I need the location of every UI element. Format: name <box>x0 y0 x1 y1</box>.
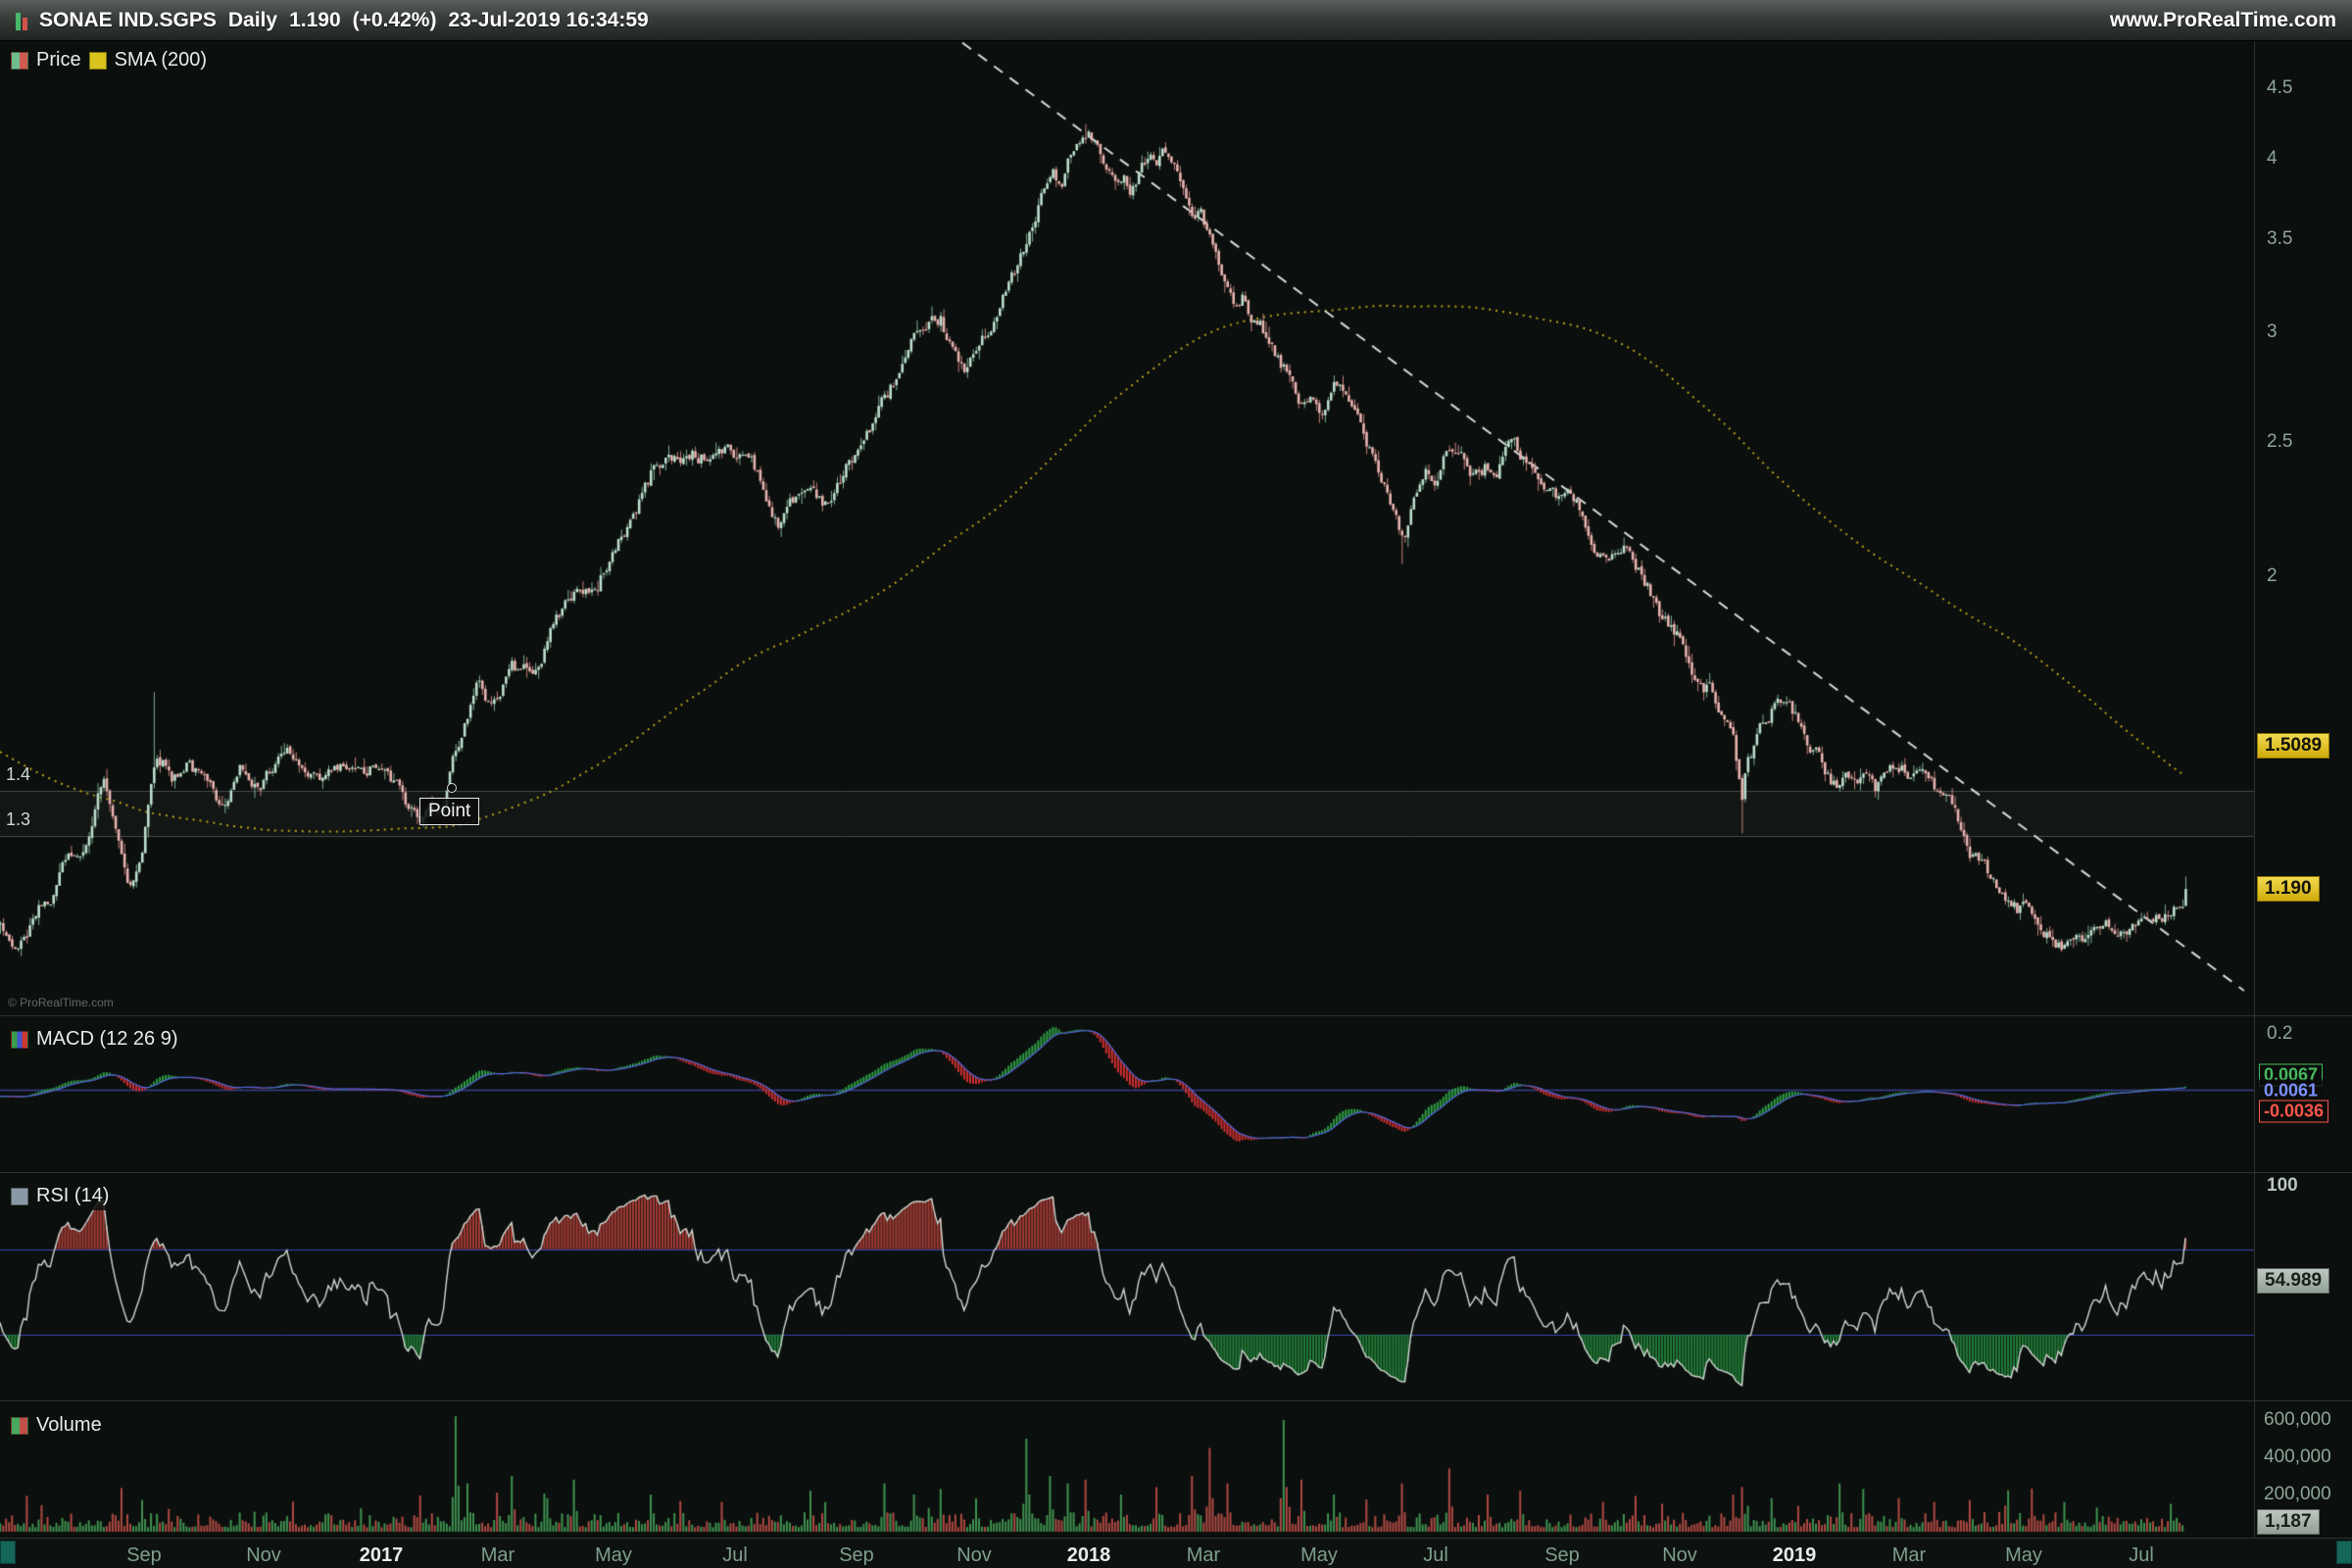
instrument-name: SONAE IND.SGPS <box>39 9 217 32</box>
point-annotation-label[interactable]: Point <box>419 798 479 825</box>
rsi-chart-canvas[interactable] <box>0 1173 2254 1398</box>
website-link: www.ProRealTime.com <box>2110 9 2336 32</box>
volume-value-badge: 1,187 <box>2257 1509 2320 1535</box>
change-percent: (+0.42%) <box>353 9 437 32</box>
time-axis-label-Sep: Sep <box>1544 1544 1580 1567</box>
rsi-color-icon <box>11 1188 28 1205</box>
price-axis-tick: 2 <box>2267 565 2278 587</box>
time-axis-label-Nov: Nov <box>956 1544 992 1567</box>
time-axis-label-May: May <box>2005 1544 2042 1567</box>
time-axis-label-Sep: Sep <box>839 1544 874 1567</box>
title-bar: SONAE IND.SGPS Daily 1.190 (+0.42%) 23-J… <box>0 0 2352 41</box>
price-axis-tick: 3.5 <box>2267 228 2292 250</box>
rsi-axis-tick: 100 <box>2267 1175 2298 1197</box>
time-axis-label-May: May <box>595 1544 632 1567</box>
macd-axis-tick: 0.2 <box>2267 1023 2292 1045</box>
proealtime-window: SONAE IND.SGPS Daily 1.190 (+0.42%) 23-J… <box>0 0 2352 1568</box>
axis-border <box>2254 41 2255 1539</box>
time-axis-label-May: May <box>1300 1544 1338 1567</box>
price-axis-tick: 4.5 <box>2267 77 2292 99</box>
sma-color-icon <box>89 52 107 70</box>
macd-legend[interactable]: MACD (12 26 9) <box>6 1025 188 1054</box>
time-axis-label-Jul: Jul <box>2129 1544 2154 1567</box>
rsi-legend-label: RSI (14) <box>36 1185 109 1207</box>
price-axis-tick: 2.5 <box>2267 431 2292 453</box>
volume-legend-label: Volume <box>36 1414 102 1437</box>
time-axis-label-Jul: Jul <box>722 1544 748 1567</box>
time-axis-label-Sep: Sep <box>126 1544 162 1567</box>
price-legend-label: Price <box>36 49 81 72</box>
panel-separator <box>0 1172 2352 1173</box>
time-axis[interactable] <box>0 1539 2352 1568</box>
price-axis-tick: 3 <box>2267 321 2278 343</box>
price-legend[interactable]: Price SMA (200) <box>6 46 217 74</box>
rsi-legend[interactable]: RSI (14) <box>6 1182 119 1210</box>
panel-separator <box>0 1400 2352 1401</box>
price-level-label: 1.4 <box>6 764 30 785</box>
last-price: 1.190 <box>289 9 341 32</box>
volume-axis-tick: 200,000 <box>2264 1484 2331 1505</box>
timeframe-label: Daily <box>228 9 277 32</box>
volume-color-icon <box>11 1417 28 1435</box>
timestamp: 23-Jul-2019 16:34:59 <box>448 9 648 32</box>
candlestick-icon <box>11 52 28 70</box>
time-axis-label-Mar: Mar <box>481 1544 514 1567</box>
time-axis-label-2017: 2017 <box>360 1544 404 1567</box>
price-level-label: 1.3 <box>6 809 30 830</box>
time-axis-label-Mar: Mar <box>1187 1544 1220 1567</box>
macd-color-icon <box>11 1031 28 1049</box>
macd-legend-label: MACD (12 26 9) <box>36 1028 178 1051</box>
rsi-value-badge: 54.989 <box>2257 1268 2329 1294</box>
sma-value-badge: 1.5089 <box>2257 733 2329 759</box>
point-annotation-marker[interactable] <box>447 783 457 793</box>
price-chart-canvas[interactable] <box>0 41 2254 1014</box>
volume-axis-tick: 600,000 <box>2264 1409 2331 1431</box>
time-axis-label-Mar: Mar <box>1892 1544 1926 1567</box>
instrument-icon <box>16 11 27 30</box>
time-axis-label-Jul: Jul <box>1423 1544 1448 1567</box>
time-axis-label-Nov: Nov <box>1662 1544 1697 1567</box>
panel-separator <box>0 1538 2352 1539</box>
price-axis-tick: 4 <box>2267 148 2278 170</box>
volume-axis-tick: 400,000 <box>2264 1446 2331 1468</box>
panel-separator <box>0 1015 2352 1016</box>
sma-legend-label: SMA (200) <box>115 49 207 72</box>
time-axis-label-2019: 2019 <box>1773 1544 1817 1567</box>
volume-legend[interactable]: Volume <box>6 1411 112 1440</box>
last-price-badge: 1.190 <box>2257 876 2320 902</box>
macd-value-red: -0.0036 <box>2259 1101 2328 1123</box>
time-axis-label-2018: 2018 <box>1067 1544 1111 1567</box>
scroll-left-button[interactable] <box>0 1541 16 1564</box>
copyright-text: © ProRealTime.com <box>8 996 114 1009</box>
volume-chart-canvas[interactable] <box>0 1402 2254 1536</box>
macd-value-blue: 0.0061 <box>2259 1080 2323 1102</box>
time-axis-label-Nov: Nov <box>246 1544 281 1567</box>
macd-chart-canvas[interactable] <box>0 1017 2254 1169</box>
scroll-right-button[interactable] <box>2336 1541 2352 1564</box>
